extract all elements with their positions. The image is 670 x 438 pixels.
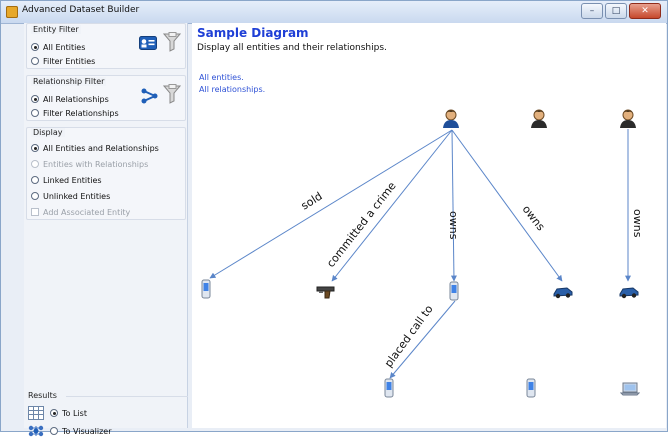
edge-owns-phone [450,129,457,282]
add-associated-entity-label: Add Associated Entity [43,207,131,217]
display-entities-with-relationships-label: Entities with Relationships [43,159,149,169]
results-to-list-option[interactable]: To List [50,406,87,420]
display-all-label: All Entities and Relationships [43,143,159,153]
radio-icon[interactable] [31,43,39,51]
relationship-edges: sold committed a crime owns owns owns pl… [209,129,644,379]
radio-icon[interactable] [31,109,39,117]
results-title: Results [28,391,57,400]
checkbox-icon [31,208,39,216]
entity-card-icon[interactable] [139,36,157,50]
window-controls: – □ ✕ [581,3,661,19]
edge-label-sold: sold [299,190,325,213]
radio-icon[interactable] [31,192,39,200]
entity-filter-option[interactable]: Filter Entities [31,54,95,68]
results-to-list-label: To List [62,408,87,418]
display-group: Display All Entities and Relationships E… [26,127,186,220]
edge-owns-car [451,129,563,282]
mobile-phone-node-icon[interactable] [200,279,212,299]
radio-icon[interactable] [31,144,39,152]
display-linked-option[interactable]: Linked Entities [31,173,102,187]
edge-label-owns-3: owns [631,209,644,238]
car-node-icon[interactable] [619,285,639,299]
display-all-option[interactable]: All Entities and Relationships [31,141,159,155]
results-to-visualizer-label: To Visualizer [62,426,112,436]
person-node-icon[interactable] [619,109,637,129]
entity-filter-label: Filter Entities [43,56,96,66]
entity-filter-funnel-icon[interactable] [163,32,181,52]
gun-node-icon[interactable] [316,285,336,299]
maximize-button[interactable]: □ [605,3,627,19]
radio-icon[interactable] [31,176,39,184]
add-associated-entity-checkbox: Add Associated Entity [31,205,130,219]
relationship-filter-title: Relationship Filter [31,77,107,86]
visualizer-network-icon [28,425,44,437]
edge-committed-a-crime [331,129,453,282]
display-title: Display [31,128,65,137]
laptop-node-icon[interactable] [620,381,640,397]
relationship-filter-funnel-icon[interactable] [163,84,181,104]
list-grid-icon [28,406,44,420]
person-node-icon[interactable] [442,109,460,129]
radio-icon[interactable] [31,57,39,65]
mobile-phone-node-icon[interactable] [383,378,395,398]
edge-label-owns-1: owns [447,211,460,240]
radio-icon[interactable] [50,409,58,417]
entity-all-option[interactable]: All Entities [31,40,85,54]
entity-filter-title: Entity Filter [31,25,81,34]
results-divider [66,396,188,397]
display-unlinked-label: Unlinked Entities [43,191,111,201]
left-panel: Entity Filter All Entities Filter Entiti… [24,23,188,437]
mobile-phone-node-icon[interactable] [448,281,460,301]
edge-label-committed-a-crime: committed a crime [324,179,399,270]
entity-all-label: All Entities [43,42,86,52]
radio-icon [31,160,39,168]
radio-icon[interactable] [31,95,39,103]
entity-filter-group: Entity Filter All Entities Filter Entiti… [26,23,186,69]
minimize-button[interactable]: – [581,3,603,19]
relationship-filter-option[interactable]: Filter Relationships [31,106,119,120]
display-linked-label: Linked Entities [43,175,102,185]
relationship-all-label: All Relationships [43,94,109,104]
display-entities-with-relationships-option: Entities with Relationships [31,157,148,171]
relationship-filter-label: Filter Relationships [43,108,119,118]
edge-label-placed-call-to: placed call to [382,302,436,369]
title-bar: Advanced Dataset Builder – □ ✕ [1,1,667,24]
relationship-all-option[interactable]: All Relationships [31,92,109,106]
mobile-phone-node-icon[interactable] [525,378,537,398]
close-button[interactable]: ✕ [629,3,661,19]
results-to-visualizer-option[interactable]: To Visualizer [50,424,111,438]
display-unlinked-option[interactable]: Unlinked Entities [31,189,110,203]
car-node-icon[interactable] [553,285,573,299]
window-title: Advanced Dataset Builder [22,5,140,15]
relationship-link-icon[interactable] [141,88,159,104]
person-node-icon[interactable] [530,109,548,129]
diagram-canvas[interactable]: Sample Diagram Display all entities and … [192,23,666,428]
app-icon [6,6,18,18]
relationship-filter-group: Relationship Filter All Relationships Fi… [26,75,186,121]
